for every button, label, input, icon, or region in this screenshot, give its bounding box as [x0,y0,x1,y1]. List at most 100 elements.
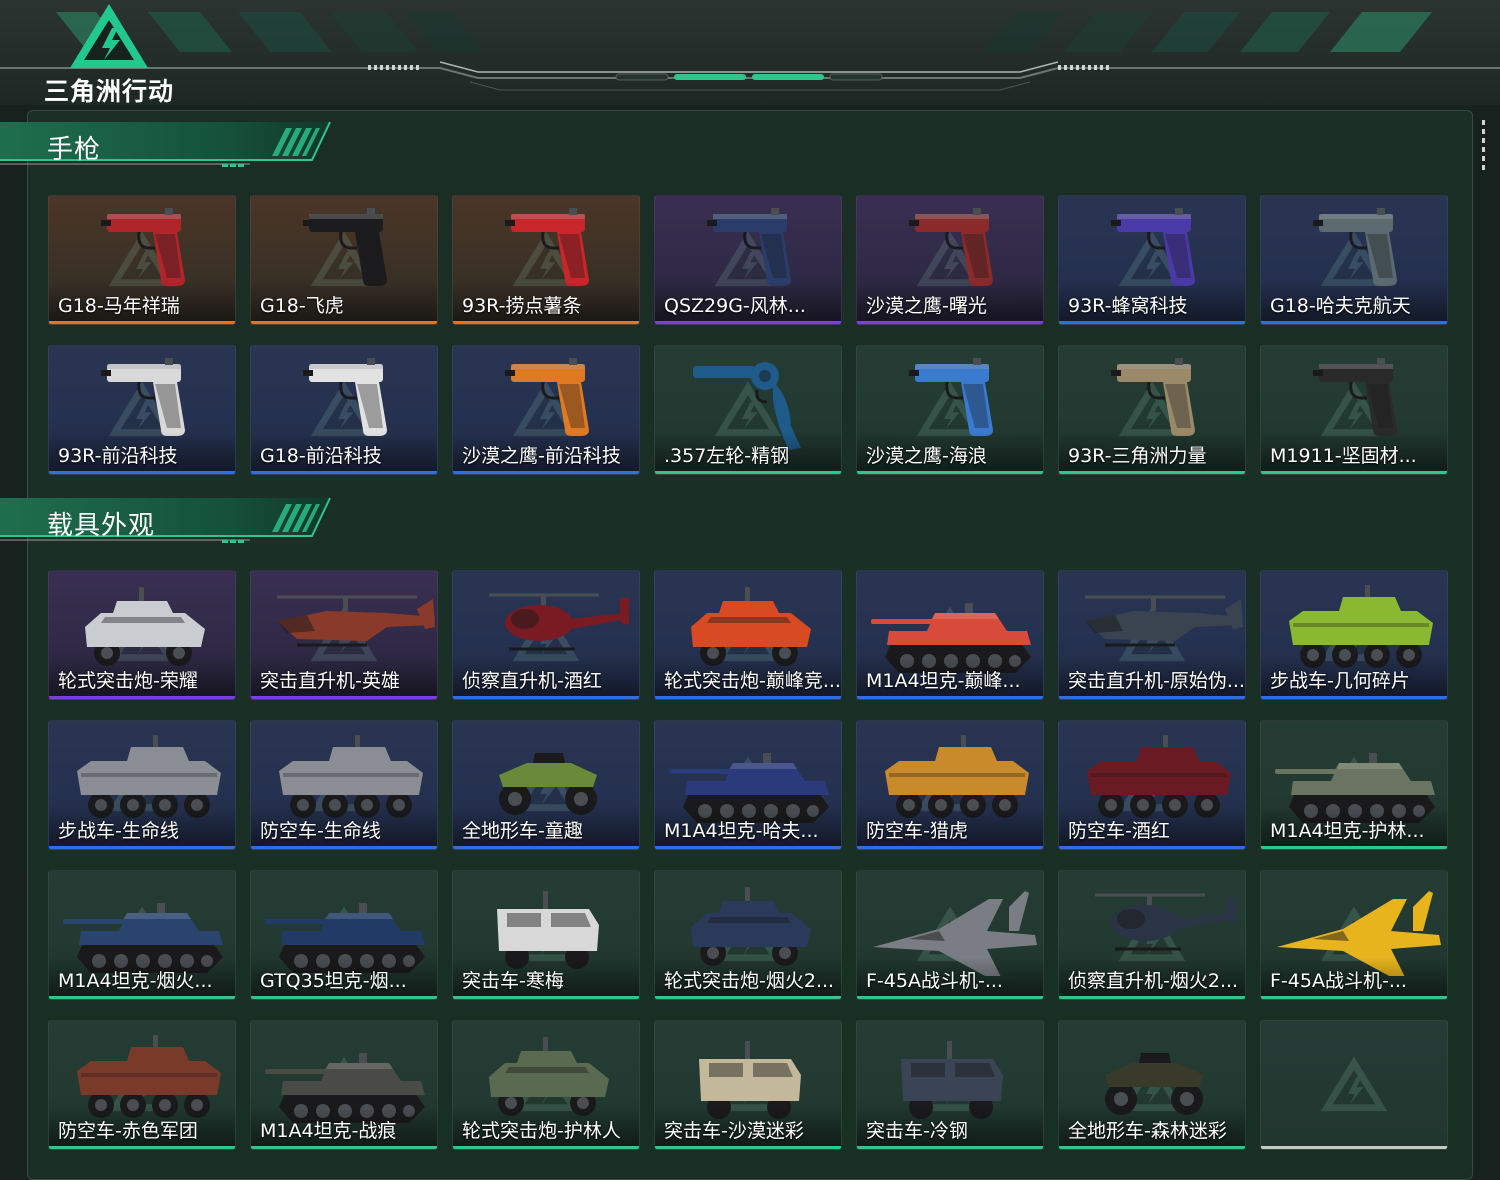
quality-bar [1059,996,1245,999]
quality-bar [1261,1146,1447,1149]
scroll-indicator[interactable] [1482,120,1486,180]
item-name: G18-马年祥瑞 [58,295,180,317]
item-name: 防空车-酒红 [1068,820,1170,842]
quality-bar [655,471,841,474]
vehicle-grid: 轮式突击炮-荣耀 突击直升机-英雄 侦察直升机-酒红 轮式突击炮-巅峰竞... … [48,570,1448,1150]
item-card[interactable]: G18-飞虎 [250,195,438,325]
item-card[interactable]: 防空车-酒红 [1058,720,1246,850]
item-name: 轮式突击炮-护林人 [462,1120,621,1142]
item-name: 沙漠之鹰-前沿科技 [462,445,621,467]
item-name: 沙漠之鹰-海浪 [866,445,987,467]
quality-bar [49,846,235,849]
item-name: 轮式突击炮-烟火2... [664,970,835,992]
item-card[interactable]: M1A4坦克-哈夫... [654,720,842,850]
item-card[interactable]: 93R-前沿科技 [48,345,236,475]
quality-bar [49,696,235,699]
item-name: M1911-坚固材... [1270,445,1417,467]
item-card[interactable]: QSZ29G-风林... [654,195,842,325]
item-name: F-45A战斗机-... [866,970,1003,992]
item-card[interactable]: 防空车-猎虎 [856,720,1044,850]
item-card[interactable]: G18-前沿科技 [250,345,438,475]
item-name: 全地形车-童趣 [462,820,583,842]
item-name: 突击车-寒梅 [462,970,564,992]
item-card[interactable]: G18-马年祥瑞 [48,195,236,325]
quality-bar [1261,846,1447,849]
section-header-vehicles: 载具外观 [0,496,332,548]
item-name: 全地形车-森林迷彩 [1068,1120,1227,1142]
item-card[interactable]: 防空车-生命线 [250,720,438,850]
quality-bar [1261,471,1447,474]
quality-bar [49,1146,235,1149]
item-name: 轮式突击炮-巅峰竞... [664,670,841,692]
quality-bar [251,996,437,999]
item-card[interactable]: M1A4坦克-烟火... [48,870,236,1000]
item-card[interactable]: 沙漠之鹰-前沿科技 [452,345,640,475]
item-card[interactable]: M1A4坦克-战痕 [250,1020,438,1150]
quality-bar [857,471,1043,474]
quality-bar [655,846,841,849]
item-card[interactable]: 轮式突击炮-烟火2... [654,870,842,1000]
item-card[interactable]: M1A4坦克-护林... [1260,720,1448,850]
item-name: 突击车-冷钢 [866,1120,968,1142]
item-card[interactable]: 侦察直升机-烟火2... [1058,870,1246,1000]
quality-bar [251,696,437,699]
item-card[interactable]: 突击直升机-英雄 [250,570,438,700]
item-card[interactable]: 步战车-生命线 [48,720,236,850]
item-card[interactable]: 沙漠之鹰-曙光 [856,195,1044,325]
item-name: 沙漠之鹰-曙光 [866,295,987,317]
quality-bar [857,1146,1043,1149]
item-card[interactable]: 突击直升机-原始伪... [1058,570,1246,700]
quality-bar [251,1146,437,1149]
item-card[interactable]: 93R-三角洲力量 [1058,345,1246,475]
item-name: 侦察直升机-烟火2... [1068,970,1239,992]
item-name: 93R-捞点薯条 [462,295,582,317]
item-name: M1A4坦克-烟火... [58,970,213,992]
section-title: 手枪 [47,135,102,165]
item-name: 突击直升机-原始伪... [1068,670,1245,692]
item-name: G18-哈夫克航天 [1270,295,1411,317]
quality-bar [857,996,1043,999]
quality-bar [857,846,1043,849]
item-card[interactable]: F-45A战斗机-... [1260,870,1448,1000]
item-name: M1A4坦克-护林... [1270,820,1425,842]
item-name: G18-飞虎 [260,295,344,317]
item-card[interactable]: 突击车-沙漠迷彩 [654,1020,842,1150]
item-card[interactable]: G18-哈夫克航天 [1260,195,1448,325]
item-card[interactable]: 轮式突击炮-巅峰竞... [654,570,842,700]
item-name: 突击直升机-英雄 [260,670,400,692]
quality-bar [1059,846,1245,849]
quality-bar [453,846,639,849]
item-card[interactable]: 轮式突击炮-护林人 [452,1020,640,1150]
item-name: 防空车-猎虎 [866,820,968,842]
item-card[interactable]: M1911-坚固材... [1260,345,1448,475]
quality-bar [857,696,1043,699]
empty-slot [1260,1020,1448,1150]
item-card[interactable]: 突击车-寒梅 [452,870,640,1000]
item-card[interactable]: 轮式突击炮-荣耀 [48,570,236,700]
quality-bar [655,696,841,699]
quality-bar [1261,321,1447,324]
item-card[interactable]: 侦察直升机-酒红 [452,570,640,700]
item-card[interactable]: M1A4坦克-巅峰... [856,570,1044,700]
item-card[interactable]: GTQ35坦克-烟... [250,870,438,1000]
item-card[interactable]: 沙漠之鹰-海浪 [856,345,1044,475]
item-card[interactable]: F-45A战斗机-... [856,870,1044,1000]
quality-bar [857,321,1043,324]
item-card[interactable]: .357左轮-精钢 [654,345,842,475]
item-card[interactable]: 防空车-赤色军团 [48,1020,236,1150]
pistol-grid: G18-马年祥瑞 G18-飞虎 93R-捞点薯条 QSZ29G-风林... 沙漠… [48,195,1448,475]
quality-bar [655,1146,841,1149]
item-name: .357左轮-精钢 [664,445,790,467]
item-name: GTQ35坦克-烟... [260,970,407,992]
item-card[interactable]: 全地形车-童趣 [452,720,640,850]
item-card[interactable]: 步战车-几何碎片 [1260,570,1448,700]
item-name: 防空车-赤色军团 [58,1120,198,1142]
item-name: 93R-前沿科技 [58,445,178,467]
item-card[interactable]: 全地形车-森林迷彩 [1058,1020,1246,1150]
item-name: QSZ29G-风林... [664,295,806,317]
quality-bar [1261,696,1447,699]
item-card[interactable]: 93R-捞点薯条 [452,195,640,325]
item-card[interactable]: 93R-蜂窝科技 [1058,195,1246,325]
item-card[interactable]: 突击车-冷钢 [856,1020,1044,1150]
item-name: 步战车-几何碎片 [1270,670,1410,692]
